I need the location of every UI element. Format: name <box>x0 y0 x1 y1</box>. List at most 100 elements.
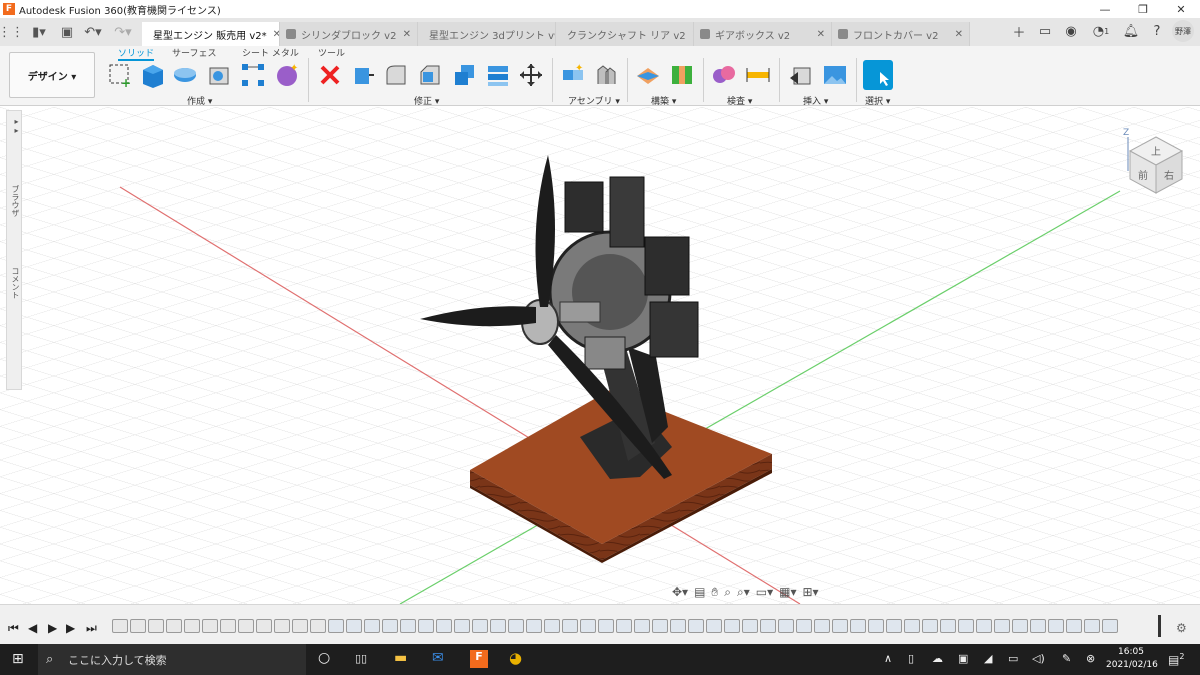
timeline-feature-icon[interactable] <box>832 619 848 633</box>
timeline-feature-icon[interactable] <box>184 619 200 633</box>
shell-icon[interactable] <box>451 62 477 88</box>
chat-icon[interactable]: ▭ <box>1034 20 1056 42</box>
timeline-feature-icon[interactable] <box>274 619 290 633</box>
mail-icon[interactable]: ✉︎ <box>432 650 444 666</box>
chamfer-icon[interactable] <box>417 62 443 88</box>
create-form-icon[interactable]: ✦ <box>274 62 300 88</box>
status-icon[interactable]: ⊗ <box>1086 652 1095 665</box>
zoom-icon[interactable]: ⌕ <box>724 585 731 600</box>
fillet-icon[interactable] <box>383 62 409 88</box>
windows-start-icon[interactable]: ⊞ <box>12 651 24 667</box>
tab-surface[interactable]: サーフェス <box>172 46 216 59</box>
doc-tab-cylinder-block[interactable]: シリンダブロック v2 ✕ <box>280 22 418 46</box>
timeline-feature-icon[interactable] <box>994 619 1010 633</box>
timeline-feature-icon[interactable] <box>238 619 254 633</box>
select-tool-icon[interactable] <box>863 60 893 90</box>
display-settings-icon[interactable]: ▭▾ <box>756 585 773 600</box>
timeline-feature-icon[interactable] <box>760 619 776 633</box>
timeline-play-icon[interactable]: ▶︎ <box>48 621 57 635</box>
timeline-feature-icon[interactable] <box>616 619 632 633</box>
timeline-feature-icon[interactable] <box>166 619 182 633</box>
chrome-icon[interactable]: ◕ <box>509 649 522 667</box>
timeline-feature-icon[interactable] <box>634 619 650 633</box>
viewcube-right-face[interactable]: 右 <box>1164 169 1174 182</box>
undo-icon[interactable]: ↶▾ <box>78 21 108 43</box>
minimize-button[interactable]: — <box>1086 3 1124 16</box>
interference-icon[interactable] <box>711 62 737 88</box>
browser-panel-collapsed[interactable]: ▸▸ ブラウザ コメント <box>6 110 22 390</box>
viewcube-front-face[interactable]: 前 <box>1138 169 1148 182</box>
combine-icon[interactable] <box>485 62 511 88</box>
fusion-taskbar-icon[interactable]: F <box>470 650 488 668</box>
timeline-feature-icon[interactable] <box>526 619 542 633</box>
delete-icon[interactable] <box>317 62 343 88</box>
timeline-start-icon[interactable]: ⏮︎ <box>8 621 19 636</box>
close-tab-icon[interactable]: ✕ <box>949 29 963 40</box>
timeline-feature-icon[interactable] <box>562 619 578 633</box>
timeline-feature-icon[interactable] <box>454 619 470 633</box>
phone-icon[interactable]: ▯ <box>908 652 914 665</box>
timeline-feature-icon[interactable] <box>472 619 488 633</box>
doc-tab-crankshaft[interactable]: クランクシャフト リア v2✕ <box>556 22 694 46</box>
timeline-feature-icon[interactable] <box>202 619 218 633</box>
close-tab-icon[interactable]: ✕ <box>267 29 279 40</box>
save-icon[interactable]: ▣ <box>56 21 78 43</box>
midplane-icon[interactable] <box>669 62 695 88</box>
timeline-prev-icon[interactable]: ◀︎ <box>28 621 37 635</box>
3d-canvas[interactable]: ▸▸ ブラウザ コメント Z 上 前 右 ✥▾ ▤ ✋︎ ⌕ ⌕▾ ▭▾ ▦▾ … <box>0 107 1200 604</box>
timeline-feature-icon[interactable] <box>1030 619 1046 633</box>
timeline-feature-icon[interactable] <box>742 619 758 633</box>
insert-canvas-icon[interactable] <box>822 62 848 88</box>
timeline-feature-icon[interactable] <box>490 619 506 633</box>
offset-plane-icon[interactable] <box>635 62 661 88</box>
group-insert-label[interactable]: 挿入 ▾ <box>803 94 828 107</box>
new-component-icon[interactable]: ✦ <box>560 62 586 88</box>
timeline-feature-icon[interactable] <box>220 619 236 633</box>
timeline-feature-icon[interactable] <box>508 619 524 633</box>
timeline-feature-icon[interactable] <box>112 619 128 633</box>
rectangular-pattern-icon[interactable] <box>240 62 266 88</box>
workspace-switcher[interactable]: デザイン ▾ <box>9 52 95 98</box>
timeline-feature-icon[interactable] <box>1084 619 1100 633</box>
security-icon[interactable]: ▣ <box>958 652 968 665</box>
doc-tab-front-cover[interactable]: フロントカバー v2 ✕ <box>832 22 970 46</box>
viewcube[interactable]: Z 上 前 右 <box>1120 121 1192 204</box>
new-tab-icon[interactable]: ＋ <box>1008 20 1030 42</box>
group-construct-label[interactable]: 構築 ▾ <box>651 94 676 107</box>
grid-settings-icon[interactable]: ▦▾ <box>779 585 796 600</box>
file-menu-icon[interactable]: ▮▾ <box>22 21 56 43</box>
timeline-next-icon[interactable]: ▶︎ <box>66 621 75 635</box>
timeline-marker[interactable] <box>1158 615 1161 637</box>
online-icon[interactable]: ◉ <box>1060 20 1082 42</box>
group-inspect-label[interactable]: 検査 ▾ <box>727 94 752 107</box>
expand-icon[interactable]: ▸▸ <box>12 117 21 135</box>
timeline-feature-icon[interactable] <box>1012 619 1028 633</box>
pan-icon[interactable]: ✋︎ <box>711 585 718 600</box>
timeline-feature-icon[interactable] <box>724 619 740 633</box>
press-pull-icon[interactable] <box>350 62 376 88</box>
close-window-button[interactable]: ✕ <box>1162 3 1200 16</box>
battery-icon[interactable]: ▭ <box>1008 652 1018 665</box>
timeline-feature-icon[interactable] <box>598 619 614 633</box>
taskbar-search[interactable]: ⌕ ここに入力して検索 <box>38 644 306 675</box>
viewcube-top-face[interactable]: 上 <box>1151 146 1161 158</box>
look-at-icon[interactable]: ▤ <box>694 585 705 600</box>
tab-solid[interactable]: ソリッド <box>118 46 155 61</box>
notifications-icon[interactable]: 🔔︎ <box>1120 20 1142 42</box>
avatar[interactable]: 野澤 <box>1172 20 1194 42</box>
timeline-feature-icon[interactable] <box>940 619 956 633</box>
group-create-label[interactable]: 作成 ▾ <box>187 94 212 107</box>
viewports-icon[interactable]: ⊞▾ <box>803 585 819 600</box>
timeline-feature-icon[interactable] <box>130 619 146 633</box>
timeline-feature-icon[interactable] <box>400 619 416 633</box>
onedrive-icon[interactable]: ☁︎ <box>932 652 943 665</box>
timeline-feature-icon[interactable] <box>148 619 164 633</box>
redo-icon[interactable]: ↷▾ <box>108 21 138 43</box>
timeline-feature-icon[interactable] <box>1102 619 1118 633</box>
close-tab-icon[interactable]: ✕ <box>397 29 411 40</box>
move-copy-icon[interactable] <box>518 62 544 88</box>
timeline-feature-icon[interactable] <box>310 619 326 633</box>
cortana-icon[interactable]: ○ <box>318 650 330 666</box>
wifi-icon[interactable]: ◢ <box>984 652 992 665</box>
timeline-feature-icon[interactable] <box>436 619 452 633</box>
